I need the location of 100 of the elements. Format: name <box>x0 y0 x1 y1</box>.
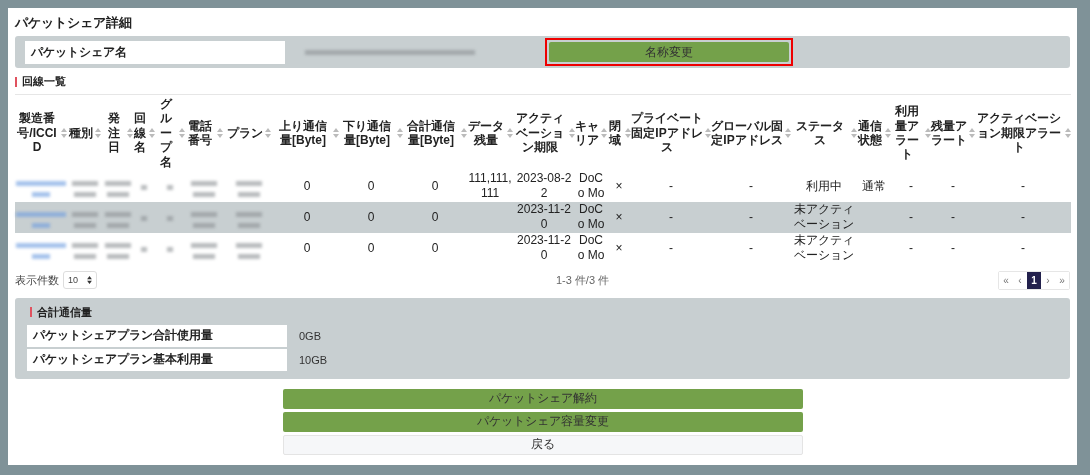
sort-icon[interactable] <box>333 127 339 138</box>
action-button[interactable]: パケットシェア解約 <box>282 388 803 409</box>
table-cell: DoCo Mo <box>577 233 605 263</box>
field-label: パケットシェア名 <box>25 40 285 64</box>
page-size-label: 表示件数 <box>15 272 59 288</box>
sort-icon[interactable] <box>127 127 133 138</box>
table-cell: 0 <box>367 240 375 255</box>
page-button[interactable]: 1 <box>1027 271 1041 289</box>
accent-bar <box>15 76 17 87</box>
blurred-link[interactable] <box>16 181 66 198</box>
column-header[interactable]: ステータス <box>791 118 849 148</box>
sort-icon[interactable] <box>705 127 711 138</box>
blurred-text <box>167 246 173 252</box>
table-cell: - <box>909 178 913 193</box>
sort-icon[interactable] <box>265 127 271 138</box>
column-header[interactable]: グループ名 <box>155 97 177 169</box>
column-header[interactable]: 残量アラート <box>931 118 967 148</box>
column-header[interactable]: 下り通信量[Byte] <box>339 118 395 148</box>
column-header[interactable]: 電話番号 <box>185 118 215 148</box>
column-header[interactable]: アクティベーション期限アラート <box>975 111 1063 155</box>
sort-icon[interactable] <box>149 127 155 138</box>
column-header[interactable]: アクティベーション期限 <box>513 111 567 155</box>
table-cell: 0 <box>303 240 311 255</box>
sort-icon[interactable] <box>179 127 185 138</box>
sort-icon[interactable] <box>461 127 467 138</box>
blurred-text <box>72 181 98 198</box>
column-header[interactable]: プライベート固定IPアドレス <box>631 111 703 155</box>
column-header[interactable]: 合計通信量[Byte] <box>403 118 459 148</box>
blurred-text <box>191 212 217 229</box>
page-size-select[interactable]: 10 <box>63 271 97 290</box>
column-header[interactable]: 製造番号/ICCID <box>15 111 59 155</box>
table-cell: - <box>951 178 955 193</box>
column-header[interactable]: 利用量アラート <box>891 104 923 162</box>
table-cell: 利用中 <box>806 178 842 193</box>
table-cell: - <box>669 240 673 255</box>
table-cell: 2023-11-20 <box>517 233 571 263</box>
column-header[interactable]: 上り通信量[Byte] <box>275 118 331 148</box>
action-button[interactable]: パケットシェア容量変更 <box>282 411 803 432</box>
rename-button[interactable]: 名称変更 <box>549 42 789 62</box>
sort-icon[interactable] <box>885 127 891 138</box>
sort-icon[interactable] <box>625 127 631 138</box>
blurred-text <box>191 181 217 198</box>
sort-icon[interactable] <box>969 127 975 138</box>
page-title: パケットシェア詳細 <box>15 14 133 32</box>
sort-icon[interactable] <box>601 127 607 138</box>
blurred-text <box>141 184 147 190</box>
sort-icon[interactable] <box>851 127 857 138</box>
column-header[interactable]: 閉域 <box>607 118 623 148</box>
blurred-text <box>105 212 131 229</box>
column-header[interactable]: プラン <box>227 125 263 141</box>
section-heading: 回線一覧 <box>22 74 66 89</box>
record-count: 1-3 件/3 件 <box>555 272 610 288</box>
sort-icon[interactable] <box>95 127 101 138</box>
column-header[interactable]: 通信状態 <box>857 118 883 148</box>
table-cell: 2023-11-20 <box>517 202 571 232</box>
blurred-text <box>167 215 173 221</box>
sort-icon[interactable] <box>217 127 223 138</box>
blurred-text <box>236 212 262 229</box>
table-cell: - <box>951 240 955 255</box>
table-cell: 0 <box>431 178 439 193</box>
blurred-text <box>105 243 131 260</box>
table-cell: - <box>909 209 913 224</box>
blurred-text <box>72 243 98 260</box>
table-cell: 111,111,111 <box>468 171 512 201</box>
table-cell: - <box>909 240 913 255</box>
blurred-link[interactable] <box>16 212 66 229</box>
table-cell: 未アクティベーション <box>794 233 854 263</box>
sort-icon[interactable] <box>569 127 575 138</box>
action-button[interactable]: 戻る <box>282 434 803 455</box>
table-cell: - <box>749 209 753 224</box>
table-cell: 0 <box>303 209 311 224</box>
sort-icon[interactable] <box>507 127 513 138</box>
sort-icon[interactable] <box>1065 127 1071 138</box>
blurred-text <box>236 181 262 198</box>
select-caret-icon <box>87 276 92 285</box>
blurred-text <box>191 243 217 260</box>
sort-icon[interactable] <box>61 127 67 138</box>
column-header[interactable]: 回線名 <box>133 111 147 155</box>
table-cell: - <box>1021 178 1025 193</box>
blurred-text <box>141 246 147 252</box>
field-value: 0GB <box>299 329 321 342</box>
table-cell: - <box>749 240 753 255</box>
sort-icon[interactable] <box>397 127 403 138</box>
section-heading: 合計通信量 <box>37 304 92 320</box>
blurred-text <box>72 212 98 229</box>
column-header[interactable]: グローバル固定IPアドレス <box>711 118 783 148</box>
column-header[interactable]: 種別 <box>69 125 93 141</box>
column-header[interactable]: 発注日 <box>103 111 125 155</box>
table-cell: 2023-08-22 <box>516 171 572 201</box>
column-header[interactable]: キャリア <box>575 118 599 148</box>
table-cell: 0 <box>431 240 439 255</box>
table-cell: × <box>615 240 623 255</box>
table-cell: 0 <box>431 209 439 224</box>
blurred-link[interactable] <box>16 243 66 260</box>
table-cell: × <box>615 209 623 224</box>
sort-icon[interactable] <box>785 127 791 138</box>
table-cell: 通常 <box>862 178 886 193</box>
sort-icon[interactable] <box>925 127 931 138</box>
table-cell: DoCo Mo <box>577 202 605 232</box>
column-header[interactable]: データ残量 <box>467 118 505 148</box>
